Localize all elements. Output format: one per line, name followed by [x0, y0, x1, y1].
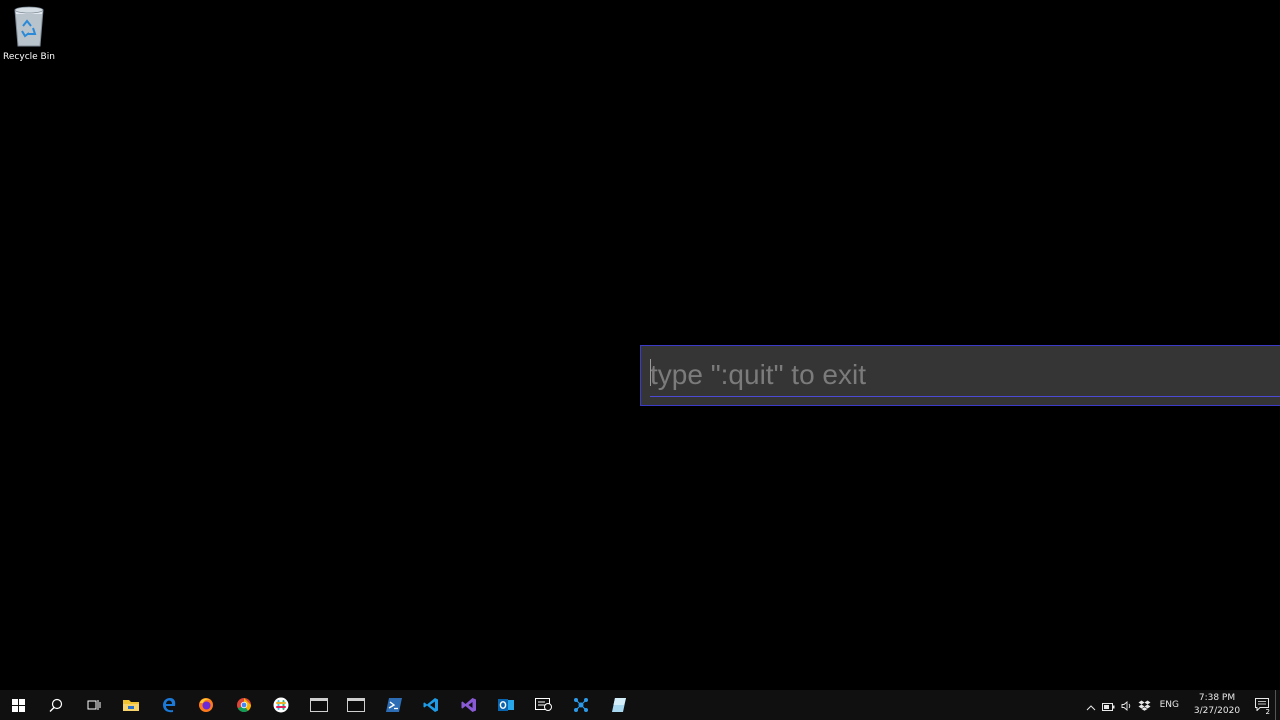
- action-center-button[interactable]: 2: [1249, 690, 1275, 720]
- visual-studio-button[interactable]: [450, 690, 488, 720]
- clock[interactable]: 7:38 PM 3/27/2020: [1185, 692, 1249, 718]
- system-tray: ENG 7:38 PM 3/27/2020 2: [1082, 690, 1280, 720]
- show-hidden-icons-button[interactable]: [1082, 690, 1100, 720]
- battery-icon: [1102, 696, 1115, 715]
- volume-icon: [1121, 696, 1133, 715]
- powershell-button[interactable]: [375, 690, 413, 720]
- language-indicator[interactable]: ENG: [1154, 700, 1185, 710]
- clock-date: 3/27/2020: [1193, 706, 1241, 716]
- network-app-button[interactable]: [563, 690, 601, 720]
- notification-count-badge: 2: [1264, 708, 1271, 716]
- notes-icon: [534, 697, 553, 713]
- edge-icon: [161, 697, 177, 713]
- start-button[interactable]: [0, 690, 38, 720]
- dropbox-button[interactable]: [1136, 690, 1154, 720]
- recycle-bin-icon: [9, 4, 49, 48]
- windows-logo-icon: [12, 698, 26, 712]
- command-input-bar: [640, 345, 1280, 406]
- clock-time: 7:38 PM: [1198, 693, 1236, 703]
- recycle-bin-label: Recycle Bin: [3, 52, 55, 62]
- terminal-button[interactable]: [300, 690, 338, 720]
- taskbar: ENG 7:38 PM 3/27/2020 2: [0, 690, 1280, 720]
- outlook-button[interactable]: [488, 690, 526, 720]
- notes-button[interactable]: [525, 690, 563, 720]
- chevron-up-icon: [1086, 696, 1096, 715]
- chrome-button[interactable]: [225, 690, 263, 720]
- app-button[interactable]: [600, 690, 638, 720]
- slack-button[interactable]: [263, 690, 301, 720]
- search-button[interactable]: [38, 690, 76, 720]
- terminal-2-button[interactable]: [338, 690, 376, 720]
- app-icon: [611, 697, 627, 713]
- text-caret: [650, 359, 651, 386]
- firefox-icon: [198, 697, 214, 713]
- terminal-icon: [347, 698, 366, 712]
- vscode-button[interactable]: [413, 690, 451, 720]
- firefox-button[interactable]: [188, 690, 226, 720]
- folder-icon: [122, 698, 140, 712]
- recycle-bin-shortcut[interactable]: Recycle Bin: [2, 4, 56, 70]
- network-icon: [573, 697, 589, 713]
- outlook-icon: [498, 697, 515, 713]
- search-icon: [49, 698, 63, 712]
- edge-button[interactable]: [150, 690, 188, 720]
- dropbox-icon: [1138, 696, 1151, 715]
- terminal-icon: [309, 698, 328, 712]
- desktop: Recycle Bin: [0, 0, 1280, 690]
- slack-icon: [273, 697, 289, 713]
- input-underline: [650, 396, 1280, 397]
- task-view-button[interactable]: [75, 690, 113, 720]
- powershell-icon: [385, 698, 402, 712]
- vscode-icon: [423, 697, 439, 713]
- command-input[interactable]: [650, 356, 1250, 394]
- visual-studio-icon: [461, 697, 477, 713]
- chrome-icon: [236, 697, 252, 713]
- file-explorer-button[interactable]: [113, 690, 151, 720]
- show-desktop-button[interactable]: [1275, 690, 1280, 720]
- volume-button[interactable]: [1118, 690, 1136, 720]
- task-view-icon: [87, 698, 101, 712]
- battery-button[interactable]: [1100, 690, 1118, 720]
